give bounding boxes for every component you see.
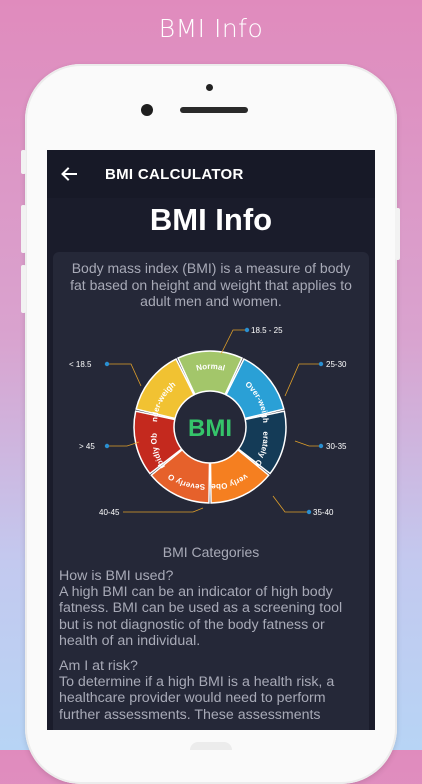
phone-side-button <box>21 205 26 253</box>
page-title: BMI Info <box>149 202 273 237</box>
app-screen: BMI CALCULATOR BMI Info Body mass index … <box>47 150 375 730</box>
promo-title: BMI Info <box>158 14 264 43</box>
section-answer: A high BMI can be an indicator of high b… <box>59 584 343 649</box>
info-card: Body mass index (BMI) is a measure of bo… <box>53 252 369 730</box>
range-label-severely-obese: 35-40 <box>313 508 334 517</box>
range-label-very-severely-obese: 40-45 <box>99 508 120 517</box>
section-question: How is BMI used? <box>59 568 174 584</box>
phone-side-button <box>395 208 400 260</box>
section-question: Am I at risk? <box>59 658 138 674</box>
chart-center-label: BMI <box>188 415 232 442</box>
speaker-grille <box>180 107 248 113</box>
app-bar: BMI CALCULATOR <box>47 150 375 198</box>
chart-caption: BMI Categories <box>162 544 260 560</box>
range-label-morbidly-obese: > 45 <box>79 442 95 451</box>
range-label-normal: 18.5 - 25 <box>251 326 283 335</box>
range-label-overweight: 25-30 <box>326 360 347 369</box>
section-answer: To determine if a high BMI is a health r… <box>59 674 335 723</box>
range-label-moderately-obese: 30-35 <box>326 442 347 451</box>
phone-side-button <box>21 265 26 313</box>
phone-side-button <box>21 150 26 174</box>
front-camera <box>141 104 153 116</box>
range-label-underweight: < 18.5 <box>69 360 92 369</box>
home-button <box>190 742 232 750</box>
bmi-chart: BMI Normal Over-weight Moderately Obese … <box>53 326 347 517</box>
camera-dot <box>206 84 213 91</box>
section-risk: Am I at risk? To determine if a high BMI… <box>59 658 359 723</box>
arrow-left-icon[interactable] <box>47 150 91 198</box>
app-bar-title: BMI CALCULATOR <box>105 165 244 183</box>
section-bmi-usage: How is BMI used? A high BMI can be an in… <box>59 568 359 649</box>
intro-text: Body mass index (BMI) is a measure of bo… <box>70 260 352 309</box>
